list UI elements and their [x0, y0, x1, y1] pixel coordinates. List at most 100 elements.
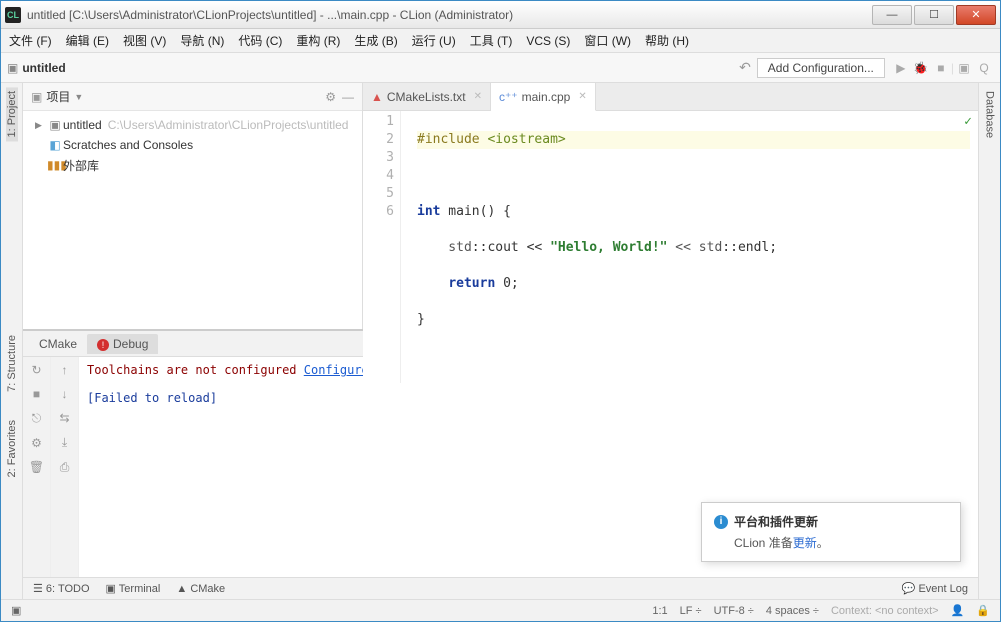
- status-caret-pos[interactable]: 1:1: [652, 605, 667, 617]
- menu-window[interactable]: 窗口 (W): [584, 32, 631, 49]
- menu-help[interactable]: 帮助 (H): [645, 32, 689, 49]
- menu-build[interactable]: 生成 (B): [354, 32, 397, 49]
- info-icon: i: [714, 515, 728, 529]
- chevron-right-icon[interactable]: ▶: [35, 120, 47, 131]
- wrap-icon[interactable]: ⇆: [59, 411, 69, 425]
- nav-back-icon[interactable]: ↶: [739, 59, 751, 76]
- tool-eventlog[interactable]: 💬 Event Log: [902, 582, 968, 595]
- stop-button[interactable]: ■: [931, 61, 951, 75]
- filter-icon[interactable]: ⎋: [32, 411, 42, 426]
- tool-cmake[interactable]: ▲ CMake: [176, 583, 225, 595]
- scratches-icon: ◧: [47, 138, 63, 152]
- tree-external-label: 外部库: [63, 157, 99, 174]
- editor-tabs: ▲ CMakeLists.txt ✕ c⁺⁺ main.cpp ✕: [363, 83, 978, 111]
- debug-button[interactable]: 🐞: [911, 61, 931, 75]
- menu-vcs[interactable]: VCS (S): [526, 34, 570, 48]
- right-tool-stripe: Database: [978, 83, 1000, 599]
- editor-tab-label: main.cpp: [522, 90, 571, 104]
- breadcrumb-project[interactable]: untitled: [22, 61, 65, 75]
- editor-tab-maincpp[interactable]: c⁺⁺ main.cpp ✕: [491, 83, 596, 111]
- line-gutter: 1 2 3 4 5 6: [363, 111, 401, 383]
- search-everywhere-button[interactable]: Q: [974, 61, 994, 75]
- chevron-down-icon[interactable]: ▼: [74, 92, 83, 102]
- layout-button[interactable]: ▣: [954, 61, 974, 75]
- folder-icon: ▣: [31, 90, 42, 104]
- scroll-icon[interactable]: ⤓: [62, 435, 67, 450]
- tree-scratches[interactable]: ◧ Scratches and Consoles: [25, 135, 360, 155]
- menu-run[interactable]: 运行 (U): [412, 32, 456, 49]
- popup-body-post: 。: [817, 536, 829, 550]
- tree-root-path: C:\Users\Administrator\CLionProjects\unt…: [108, 118, 349, 132]
- update-link[interactable]: 更新: [793, 536, 817, 550]
- left-tool-stripe: 1: Project 7: Structure 2: Favorites: [1, 83, 23, 599]
- inspector-icon[interactable]: 👤: [951, 604, 965, 617]
- menu-view[interactable]: 视图 (V): [123, 32, 166, 49]
- sidebar-tab-project[interactable]: 1: Project: [6, 87, 18, 141]
- status-indent[interactable]: 4 spaces ÷: [766, 605, 819, 617]
- editor-tab-cmakelists[interactable]: ▲ CMakeLists.txt ✕: [363, 83, 491, 111]
- menu-tools[interactable]: 工具 (T): [470, 32, 513, 49]
- cmake-file-icon: ▲: [371, 90, 383, 104]
- project-tool-window: ▣ 项目 ▼ ⚙ ― ▶ ▣ untitled C:\Users\Adminis…: [23, 83, 363, 329]
- sidebar-tab-structure[interactable]: 7: Structure: [6, 331, 18, 396]
- tool-todo[interactable]: ☰ 6: TODO: [33, 582, 90, 595]
- code-area[interactable]: 1 2 3 4 5 6 #include <iostream> int main…: [363, 111, 978, 383]
- sidebar-tab-database[interactable]: Database: [984, 87, 996, 142]
- configure-link[interactable]: Configure: [304, 363, 369, 377]
- close-icon[interactable]: ✕: [578, 91, 586, 102]
- menubar: 文件 (F) 编辑 (E) 视图 (V) 导航 (N) 代码 (C) 重构 (R…: [1, 29, 1000, 53]
- collapse-icon[interactable]: ―: [342, 90, 354, 104]
- window-titlebar: CL untitled [C:\Users\Administrator\CLio…: [1, 1, 1000, 29]
- reload-icon[interactable]: ↻: [31, 363, 41, 377]
- update-notification[interactable]: i平台和插件更新 CLion 准备更新。: [701, 502, 961, 562]
- run-button[interactable]: ▶: [891, 61, 911, 75]
- maximize-button[interactable]: ☐: [914, 5, 954, 25]
- status-line-ending[interactable]: LF ÷: [680, 605, 702, 617]
- folder-icon: ▣: [47, 118, 63, 132]
- minimize-button[interactable]: ―: [872, 5, 912, 25]
- library-icon: ▮▮▮: [47, 158, 63, 172]
- tab-debug[interactable]: !Debug: [87, 334, 158, 354]
- menu-refactor[interactable]: 重构 (R): [296, 32, 340, 49]
- print-icon[interactable]: ⎙: [60, 460, 70, 475]
- tree-root[interactable]: ▶ ▣ untitled C:\Users\Administrator\CLio…: [25, 115, 360, 135]
- tree-root-name: untitled: [63, 118, 102, 132]
- lock-icon[interactable]: 🔒: [976, 604, 990, 617]
- status-context[interactable]: Context: <no context>: [831, 605, 939, 617]
- cmake-failed-text: [Failed to reload]: [87, 391, 970, 405]
- stop-icon[interactable]: ■: [33, 387, 40, 401]
- settings-icon[interactable]: ⚙: [31, 436, 42, 450]
- add-configuration-button[interactable]: Add Configuration...: [757, 58, 885, 78]
- tab-debug-label: Debug: [113, 337, 148, 351]
- tab-cmake[interactable]: CMake: [29, 334, 87, 354]
- down-icon[interactable]: ↓: [62, 387, 68, 401]
- tool-terminal[interactable]: ▣ Terminal: [106, 582, 161, 595]
- statusbar: ▣ 1:1 LF ÷ UTF-8 ÷ 4 spaces ÷ Context: <…: [1, 599, 1000, 621]
- line-number: 4: [363, 167, 394, 185]
- status-panel-icon[interactable]: ▣: [11, 604, 21, 617]
- close-button[interactable]: ✕: [956, 5, 996, 25]
- line-number: 2: [363, 131, 394, 149]
- popup-body-pre: CLion 准备: [734, 536, 793, 550]
- menu-code[interactable]: 代码 (C): [238, 32, 282, 49]
- status-encoding[interactable]: UTF-8 ÷: [714, 605, 754, 617]
- line-number: 1: [363, 113, 394, 131]
- menu-file[interactable]: 文件 (F): [9, 32, 52, 49]
- editor-tab-label: CMakeLists.txt: [387, 90, 466, 104]
- menu-navigate[interactable]: 导航 (N): [180, 32, 224, 49]
- line-number: 6: [363, 203, 394, 221]
- sidebar-tab-favorites[interactable]: 2: Favorites: [6, 416, 18, 481]
- project-panel-title[interactable]: 项目: [46, 88, 70, 105]
- inspection-ok-icon: ✓: [964, 113, 972, 131]
- trash-icon[interactable]: 🗑: [29, 460, 44, 474]
- tree-external-libs[interactable]: ▮▮▮ 外部库: [25, 155, 360, 175]
- navigation-bar: ▣ untitled ↶ Add Configuration... ▶ 🐞 ■ …: [1, 53, 1000, 83]
- menu-edit[interactable]: 编辑 (E): [66, 32, 109, 49]
- line-number: 5: [363, 185, 394, 203]
- gear-icon[interactable]: ⚙: [325, 90, 336, 104]
- code-text[interactable]: #include <iostream> int main() { std::co…: [401, 111, 978, 383]
- up-icon[interactable]: ↑: [62, 363, 68, 377]
- app-icon: CL: [5, 7, 21, 23]
- close-icon[interactable]: ✕: [474, 91, 482, 102]
- tree-scratches-label: Scratches and Consoles: [63, 138, 193, 152]
